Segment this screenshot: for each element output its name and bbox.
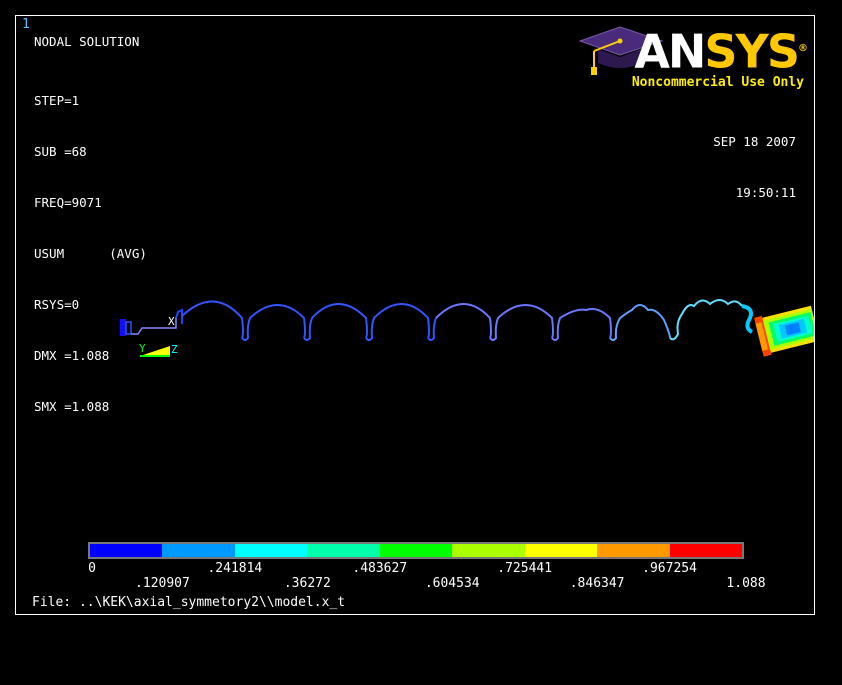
legend-label-bottom: .120907 bbox=[135, 576, 190, 591]
legend-label-top: 0 bbox=[88, 561, 96, 576]
cavity-cells bbox=[181, 299, 754, 341]
legend-label-top: .241814 bbox=[207, 561, 263, 576]
legend-swatch-1 bbox=[162, 544, 235, 557]
legend-label-top: .967254 bbox=[642, 561, 697, 576]
legend-label-bottom: .604534 bbox=[424, 576, 480, 591]
legend-swatch-5 bbox=[452, 544, 525, 557]
end-cell bbox=[175, 308, 183, 324]
legend-swatch-2 bbox=[234, 544, 308, 557]
graphics-window: 1 NODAL SOLUTION STEP=1 SUB =68 FREQ=907… bbox=[15, 15, 815, 615]
file-path: File: ..\KEK\axial_symmetory2\\model.x_t bbox=[32, 595, 346, 610]
contour-block bbox=[754, 305, 814, 357]
legend-swatch-8 bbox=[669, 544, 742, 557]
legend-swatch-7 bbox=[597, 544, 670, 557]
coordinate-triad: Y Z X bbox=[139, 315, 178, 357]
triad-y-label: Y bbox=[139, 342, 146, 355]
legend-swatch-3 bbox=[307, 544, 380, 557]
legend-label-bottom: 1.088 bbox=[726, 576, 766, 591]
triad-x-label: X bbox=[168, 315, 175, 328]
legend-swatch-4 bbox=[379, 544, 453, 557]
contour-legend-bar bbox=[88, 542, 744, 559]
legend-label-top: .483627 bbox=[352, 561, 408, 576]
legend-swatch-0 bbox=[90, 544, 163, 557]
triad-z-label: Z bbox=[171, 343, 178, 356]
legend-swatch-6 bbox=[524, 544, 598, 557]
legend-label-bottom: .36272 bbox=[283, 576, 331, 591]
model-view[interactable]: Y Z X bbox=[16, 16, 814, 614]
flange-left bbox=[120, 319, 126, 336]
flange-detail bbox=[125, 321, 132, 335]
legend-label-bottom: .846347 bbox=[569, 576, 625, 591]
legend-label-top: .725441 bbox=[497, 561, 553, 576]
